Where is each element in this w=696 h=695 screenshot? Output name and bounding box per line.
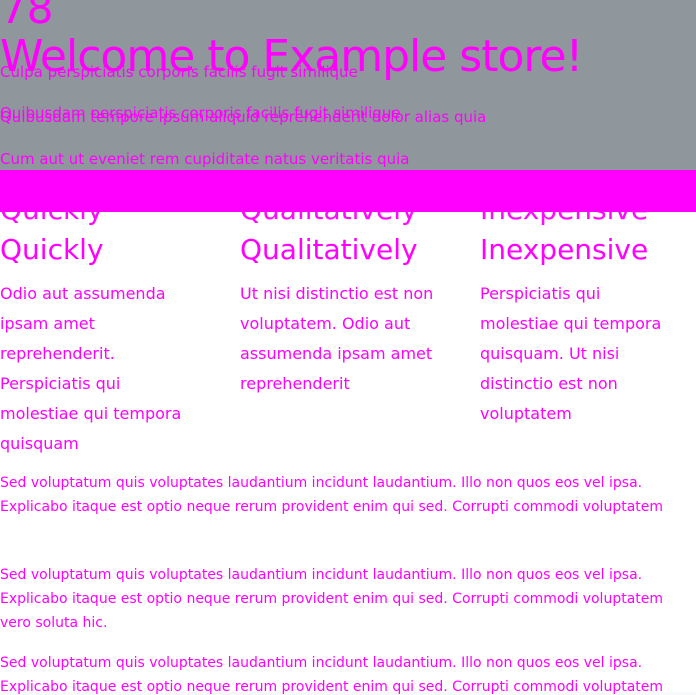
column-text-line: voluptatem. Odio aut [240, 314, 411, 333]
footer-line: Sed voluptatum quis voluptates laudantiu… [0, 475, 643, 491]
column-text-line: molestiae qui tempora [0, 404, 182, 423]
column-text: Odio aut assumenda ipsam amet reprehende… [0, 279, 181, 459]
footer-line: Sed voluptatum quis voluptates laudantiu… [0, 567, 643, 583]
column-text: Ut nisi distinctio est non voluptatem. O… [240, 279, 433, 399]
column-text-line: voluptatem [480, 404, 572, 423]
hero-background [0, 0, 696, 170]
footer-line: Explicabo itaque est optio neque rerum p… [0, 499, 664, 515]
footer-line: vero soluta hic. [0, 615, 108, 631]
hero-line: Culpa perspiciatis corporis facilis fugi… [0, 63, 358, 81]
column-text-line: reprehenderit [240, 374, 350, 393]
column-text: Perspiciatis qui molestiae qui tempora q… [480, 279, 661, 429]
column-text-line: Perspiciatis qui [480, 284, 601, 303]
footer-line: Explicabo itaque est optio neque rerum p… [0, 679, 664, 695]
column-title-ghost: Inexpensive [480, 193, 649, 226]
column-text-line: quisquam [0, 434, 79, 453]
footer-line: Explicabo itaque est optio neque rerum p… [0, 591, 664, 607]
column-text-line: ipsam amet [0, 314, 95, 333]
hero-line: Quibusdam tempore ipsum aliquid reprehen… [0, 108, 487, 126]
column-title: Inexpensive [480, 233, 649, 266]
column-text-line: Ut nisi distinctio est non [240, 284, 434, 303]
column-title-ghost: Quickly [0, 193, 104, 226]
hero-line: Cum aut ut eveniet rem cupiditate natus … [0, 150, 410, 168]
column-title: Quickly [0, 233, 104, 266]
footer-line: Sed voluptatum quis voluptates laudantiu… [0, 655, 643, 671]
column-text-line: quisquam. Ut nisi [480, 344, 620, 363]
column-text-line: assumenda ipsam amet [240, 344, 433, 363]
column-text-line: distinctio est non [480, 374, 618, 393]
hero-number: 78 [0, 0, 54, 33]
column-text-line: reprehenderit. [0, 344, 115, 363]
column-text-line: Odio aut assumenda [0, 284, 166, 303]
column-title-ghost: Qualitatively [240, 193, 418, 226]
column-title: Qualitatively [240, 233, 418, 266]
column-text-line: molestiae qui tempora [480, 314, 662, 333]
column-text-line: Perspiciatis qui [0, 374, 121, 393]
